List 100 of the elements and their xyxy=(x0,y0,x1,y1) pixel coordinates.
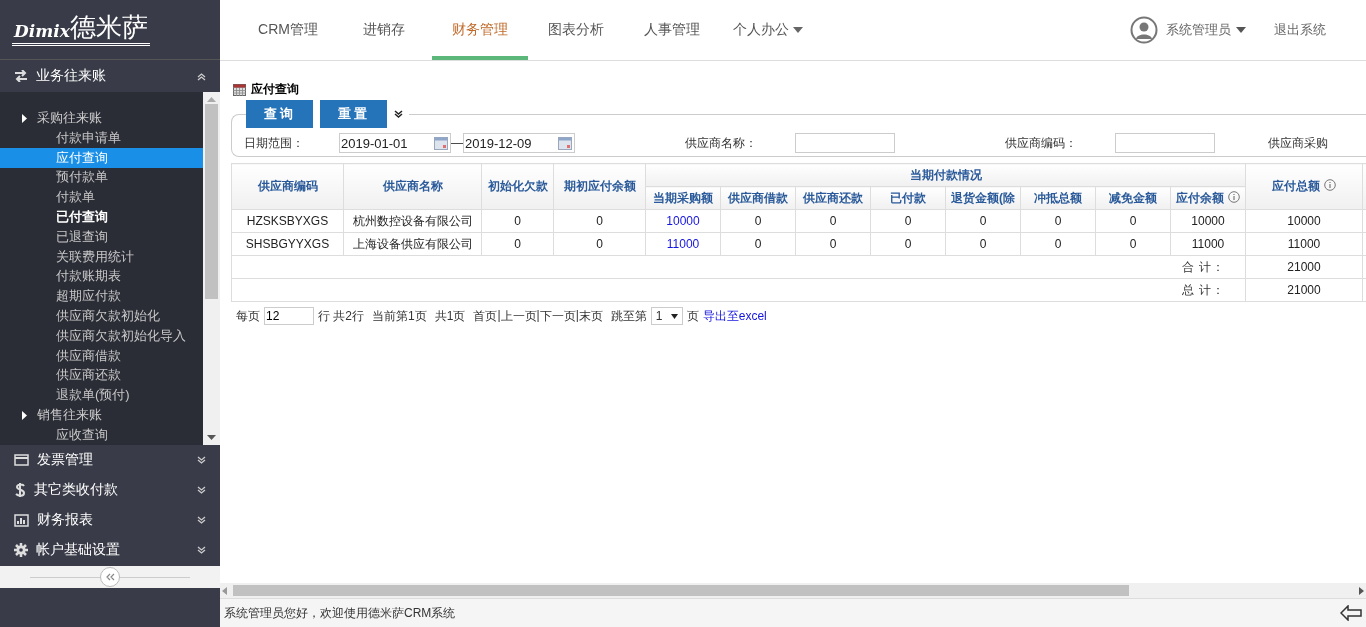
filter-label: 供应商编码： xyxy=(1005,134,1078,152)
table-cell: HZSKSBYXGS xyxy=(231,209,344,233)
table-cell: 0 xyxy=(795,232,871,256)
logout-link[interactable]: 退出系统 xyxy=(1274,21,1326,39)
calendar-icon[interactable] xyxy=(558,136,572,150)
dollar-icon xyxy=(14,482,26,498)
text-field[interactable] xyxy=(1115,133,1215,153)
collapse-icon xyxy=(197,71,206,81)
menu-item[interactable]: 预付款单 xyxy=(0,167,203,188)
date-field[interactable]: 2019-01-01 xyxy=(339,133,451,153)
pager-text: 跳至第 xyxy=(610,307,647,325)
menu-item[interactable]: 付款账期表 xyxy=(0,266,203,287)
menu-group[interactable]: 采购往来账 xyxy=(0,108,203,128)
caret-icon xyxy=(793,27,803,33)
status-text: 系统管理员您好，欢迎使用德米萨CRM系统 xyxy=(224,604,456,622)
nav-tab[interactable]: 人事管理 xyxy=(624,0,720,60)
table-cell: 0 xyxy=(553,209,646,233)
expand-icon xyxy=(197,545,206,555)
table-cell: 0 xyxy=(481,232,554,256)
scroll-up-icon[interactable] xyxy=(207,96,216,102)
back-arrow-icon[interactable] xyxy=(1340,605,1362,621)
caret-icon xyxy=(22,410,27,420)
text-field[interactable] xyxy=(795,133,895,153)
caret-icon xyxy=(1236,27,1246,33)
scrollbar[interactable] xyxy=(203,92,220,445)
column-group-header: 当期付款情况 xyxy=(645,163,1246,187)
swap-icon xyxy=(14,70,28,82)
search-button[interactable]: 查询 xyxy=(246,100,313,128)
column-header: 期初应付余额 xyxy=(553,163,646,210)
table-cell: 10000 xyxy=(1170,209,1246,233)
expand-icon xyxy=(197,485,206,495)
table-cell: 21000 xyxy=(1245,255,1363,279)
expand-icon[interactable] xyxy=(394,109,403,119)
scroll-right-icon[interactable] xyxy=(1359,586,1364,595)
pager-text: 共1页 xyxy=(434,307,466,325)
scrollbar[interactable] xyxy=(220,583,1366,598)
range-dash: — xyxy=(451,136,463,150)
page-title: 应付查询 xyxy=(251,81,299,98)
page-select[interactable]: 1 xyxy=(650,307,683,325)
grid-icon xyxy=(233,83,246,96)
table-cell: 21000 xyxy=(1245,278,1363,302)
menu-item[interactable]: 超期应付款 xyxy=(0,286,203,307)
collapse-sidebar-button[interactable] xyxy=(100,567,120,587)
pager-text: 每页 xyxy=(236,307,260,325)
table-cell: SHSBGYYXGS xyxy=(231,232,344,256)
menu-item[interactable]: 应收查询 xyxy=(0,425,203,445)
gear-icon xyxy=(14,543,28,557)
user-menu[interactable]: 系统管理员 xyxy=(1166,21,1246,39)
table-cell: 0 xyxy=(870,232,946,256)
scroll-left-icon[interactable] xyxy=(222,586,227,595)
expand-icon xyxy=(197,455,206,465)
scroll-down-icon[interactable] xyxy=(207,435,216,441)
info-icon[interactable] xyxy=(1228,190,1240,203)
link-separator: | xyxy=(497,307,501,324)
table-cell: 上海设备供应有限公司 xyxy=(343,232,482,256)
menu-item[interactable]: 关联费用统计 xyxy=(0,246,203,267)
nav-tab[interactable]: CRM管理 xyxy=(240,0,336,60)
pager-text: 页 xyxy=(686,307,699,325)
date-field[interactable]: 2019-12-09 xyxy=(463,133,575,153)
pager-link[interactable]: 首页 xyxy=(473,307,498,325)
menu-group[interactable]: 销售往来账 xyxy=(0,405,203,426)
card-icon xyxy=(14,454,29,466)
table-cell: 0 xyxy=(945,209,1021,233)
pager-link[interactable]: 上一页 xyxy=(500,307,537,325)
filter-label: 供应商采购 xyxy=(1268,134,1328,152)
page-size-field[interactable]: 12 xyxy=(264,307,314,325)
summary-label: 总 计： xyxy=(1181,282,1225,297)
export-link[interactable]: 导出至excel xyxy=(702,307,767,325)
table-cell: 0 xyxy=(870,209,946,233)
table-cell: 11000 xyxy=(1170,232,1246,256)
table-cell: 0 xyxy=(1020,209,1096,233)
menu-item[interactable]: 供应商借款 xyxy=(0,345,203,366)
menu-item[interactable]: 已付查询 xyxy=(0,207,203,227)
reset-button[interactable]: 重置 xyxy=(320,100,387,128)
table-cell: 0 xyxy=(720,209,796,233)
nav-tab[interactable]: 进销存 xyxy=(336,0,432,60)
menu-item[interactable]: 付款申请单 xyxy=(0,128,203,148)
nav-tab[interactable]: 财务管理 xyxy=(432,0,528,60)
bar-chart-icon xyxy=(14,513,29,527)
menu-item[interactable]: 供应商欠款初始化 xyxy=(0,306,203,326)
column-header: 应付总额 xyxy=(1245,163,1363,210)
menu-item[interactable]: 付款单 xyxy=(0,187,203,208)
table-cell: 11000 xyxy=(1245,232,1363,256)
pager-link[interactable]: 下一页 xyxy=(539,307,576,325)
column-header: 供应商编码 xyxy=(231,163,344,210)
table-cell: 0 xyxy=(945,232,1021,256)
pager-link[interactable]: 末页 xyxy=(578,307,603,325)
menu-item[interactable]: 已退查询 xyxy=(0,227,203,247)
menu-item[interactable]: 供应商欠款初始化导入 xyxy=(0,325,203,346)
link-separator: | xyxy=(536,307,540,324)
menu-item[interactable]: 供应商还款 xyxy=(0,365,203,386)
table-cell: 杭州数控设备有限公司 xyxy=(343,209,482,233)
table-cell: 0 xyxy=(1095,232,1171,256)
menu-item[interactable]: 退款单(预付) xyxy=(0,385,203,406)
calendar-icon[interactable] xyxy=(434,136,448,150)
logo: Dimix德米萨 xyxy=(12,13,150,46)
nav-tab[interactable]: 个人办公 xyxy=(720,0,816,60)
info-icon[interactable] xyxy=(1324,179,1336,191)
table-cell: 0 xyxy=(553,232,646,256)
nav-tab[interactable]: 图表分析 xyxy=(528,0,624,60)
